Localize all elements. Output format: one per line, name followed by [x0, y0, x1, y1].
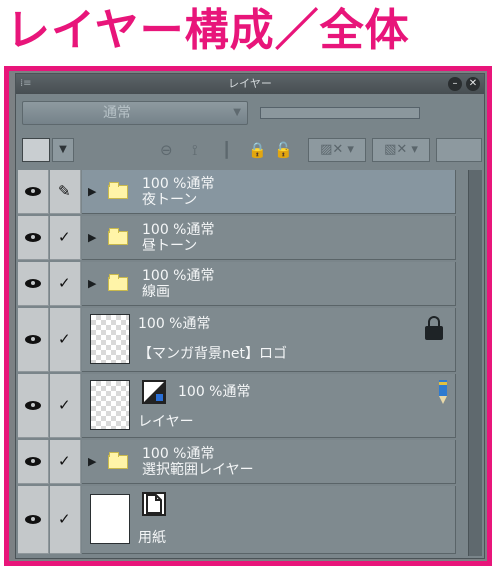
check-icon: ✓: [58, 510, 71, 528]
edit-toggle[interactable]: ✓: [50, 374, 81, 438]
visibility-toggle[interactable]: [18, 262, 49, 306]
draft-pen-icon[interactable]: ┃: [222, 140, 231, 160]
mask-icon[interactable]: ▧✕ ▾: [372, 138, 430, 162]
folder-icon: [108, 182, 128, 199]
panel-titlebar[interactable]: ⁞≡ レイヤー – ✕: [16, 74, 484, 94]
layer-body[interactable]: ▶ 100 %通常 昼トーン: [82, 216, 456, 260]
eye-icon: [25, 335, 41, 344]
layer-list-scrollbar[interactable]: [468, 170, 482, 556]
check-icon: ✓: [58, 452, 71, 470]
layer-body[interactable]: 100 %通常 レイヤー: [82, 374, 456, 438]
reference-icon[interactable]: ⟟: [192, 140, 198, 160]
blend-toolbar: 通常 ▼: [16, 96, 484, 130]
eye-icon: [25, 401, 41, 410]
layer-row[interactable]: ✓ ▶ 100 %通常 選択範囲レイヤー: [16, 440, 466, 484]
layer-name: 線画: [142, 284, 170, 300]
layer-opacity-mode: 100 %通常: [142, 222, 215, 238]
check-icon: ✓: [58, 330, 71, 348]
edit-toggle[interactable]: ✎: [50, 170, 81, 214]
layer-thumbnail: [90, 380, 130, 430]
pen-icon: ✎: [58, 182, 71, 200]
layer-row[interactable]: ✓ 用紙: [16, 486, 466, 554]
layer-clip-icon[interactable]: ⊖: [160, 140, 173, 160]
lock-icon[interactable]: 🔒: [248, 140, 267, 160]
layer-row[interactable]: ✓ 100 %通常 レイヤー: [16, 374, 466, 438]
layer-opacity-mode: 100 %通常: [138, 316, 211, 332]
check-icon: ✓: [58, 396, 71, 414]
layer-thumbnail: [90, 494, 130, 544]
layer-body[interactable]: ▶ 100 %通常 夜トーン: [82, 170, 456, 214]
lock-icon: [425, 316, 443, 340]
check-icon: ✓: [58, 274, 71, 292]
edit-toggle[interactable]: ✓: [50, 308, 81, 372]
panel-title: レイヤー: [228, 77, 272, 90]
visibility-toggle[interactable]: [18, 374, 49, 438]
visibility-toggle[interactable]: [18, 440, 49, 484]
eye-icon: [25, 187, 41, 196]
visibility-toggle[interactable]: [18, 308, 49, 372]
paper-layer-icon: [142, 492, 166, 516]
alpha-lock-icon[interactable]: 🔓: [274, 140, 293, 160]
chevron-down-icon: ▼: [233, 107, 241, 118]
layer-body[interactable]: 用紙: [82, 486, 456, 554]
minimize-icon[interactable]: –: [448, 77, 462, 91]
layer-color-swatch[interactable]: [22, 138, 50, 162]
eye-icon: [25, 233, 41, 242]
close-icon[interactable]: ✕: [466, 77, 480, 91]
delete-mask-icon[interactable]: ▨✕ ▾: [308, 138, 366, 162]
layer-name: 選択範囲レイヤー: [142, 462, 254, 478]
expand-arrow-icon[interactable]: ▶: [88, 455, 96, 468]
check-icon: ✓: [58, 228, 71, 246]
opacity-slider[interactable]: [260, 107, 420, 119]
layer-opacity-mode: 100 %通常: [142, 268, 215, 284]
layer-property-toolbar: ▼ ⊖ ⟟ ┃ 🔒 🔓 ▨✕ ▾ ▧✕ ▾: [16, 130, 484, 168]
layer-row[interactable]: ✓ ▶ 100 %通常 線画: [16, 262, 466, 306]
layer-body[interactable]: ▶ 100 %通常 選択範囲レイヤー: [82, 440, 456, 484]
layer-name: 夜トーン: [142, 192, 198, 208]
blend-mode-value: 通常: [103, 105, 131, 121]
highlight-frame: ⁞≡ レイヤー – ✕ 通常 ▼ ▼ ⊖ ⟟ ┃ 🔒 🔓 ▨✕ ▾ ▧✕ ▾ ✎…: [4, 66, 492, 566]
expand-arrow-icon[interactable]: ▶: [88, 277, 96, 290]
layer-body[interactable]: 100 %通常 【マンガ背景net】ロゴ: [82, 308, 456, 372]
blend-mode-select[interactable]: 通常 ▼: [22, 101, 248, 125]
page-heading: レイヤー構成／全体: [6, 5, 410, 56]
layer-body[interactable]: ▶ 100 %通常 線画: [82, 262, 456, 306]
swatch-dropdown-icon[interactable]: ▼: [52, 138, 74, 162]
eye-icon: [25, 457, 41, 466]
folder-icon: [108, 452, 128, 469]
layer-list: ✎ ▶ 100 %通常 夜トーン ✓ ▶ 100 %通常 昼トーン ✓ ▶ 10…: [16, 170, 484, 558]
edit-toggle[interactable]: ✓: [50, 440, 81, 484]
layer-opacity-mode: 100 %通常: [142, 176, 215, 192]
edit-toggle[interactable]: ✓: [50, 216, 81, 260]
layer-thumbnail: [90, 314, 130, 364]
visibility-toggle[interactable]: [18, 170, 49, 214]
edit-toggle[interactable]: ✓: [50, 486, 81, 554]
folder-icon: [108, 274, 128, 291]
visibility-toggle[interactable]: [18, 486, 49, 554]
eye-icon: [25, 515, 41, 524]
layer-name: 昼トーン: [142, 238, 198, 254]
layer-row[interactable]: ✓ ▶ 100 %通常 昼トーン: [16, 216, 466, 260]
layer-row[interactable]: ✎ ▶ 100 %通常 夜トーン: [16, 170, 466, 214]
visibility-toggle[interactable]: [18, 216, 49, 260]
edit-toggle[interactable]: ✓: [50, 262, 81, 306]
layer-opacity-mode: 100 %通常: [178, 384, 251, 400]
layer-name: 【マンガ背景net】ロゴ: [138, 346, 287, 362]
layer-name: レイヤー: [138, 414, 194, 430]
layer-name: 用紙: [138, 530, 166, 546]
eye-icon: [25, 279, 41, 288]
expand-arrow-icon[interactable]: ▶: [88, 185, 96, 198]
folder-icon: [108, 228, 128, 245]
raster-layer-icon: [142, 380, 166, 404]
layer-row[interactable]: ✓ 100 %通常 【マンガ背景net】ロゴ: [16, 308, 466, 372]
layer-panel: ⁞≡ レイヤー – ✕ 通常 ▼ ▼ ⊖ ⟟ ┃ 🔒 🔓 ▨✕ ▾ ▧✕ ▾ ✎…: [15, 73, 485, 559]
mask-apply-button[interactable]: [436, 138, 482, 162]
expand-arrow-icon[interactable]: ▶: [88, 231, 96, 244]
layer-opacity-mode: 100 %通常: [142, 446, 215, 462]
pencil-icon: [439, 380, 447, 404]
